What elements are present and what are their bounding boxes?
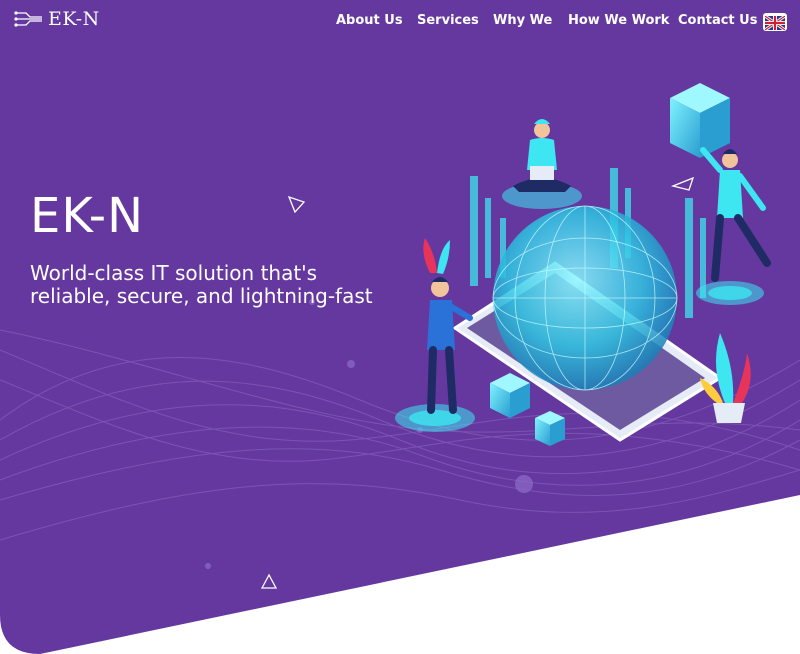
nav-how-we-work[interactable]: How We Work [568,13,669,28]
language-selector[interactable] [763,13,787,32]
hero-title: EK-N [30,188,144,244]
hero-illustration [395,83,771,446]
uk-flag-icon [764,14,786,32]
hero-subtitle: World-class IT solution that's reliable,… [30,261,373,308]
nav-services[interactable]: Services [417,13,479,28]
nav-contact-us[interactable]: Contact Us [678,13,757,28]
logo[interactable]: EK-N [14,8,100,30]
circuit-icon [14,11,42,27]
nav-about-us[interactable]: About Us [336,13,403,28]
nav-why-we[interactable]: Why We [493,13,552,28]
navbar: EK-N About Us Services Why We How We Wor… [0,0,800,44]
logo-text: EK-N [48,8,100,30]
